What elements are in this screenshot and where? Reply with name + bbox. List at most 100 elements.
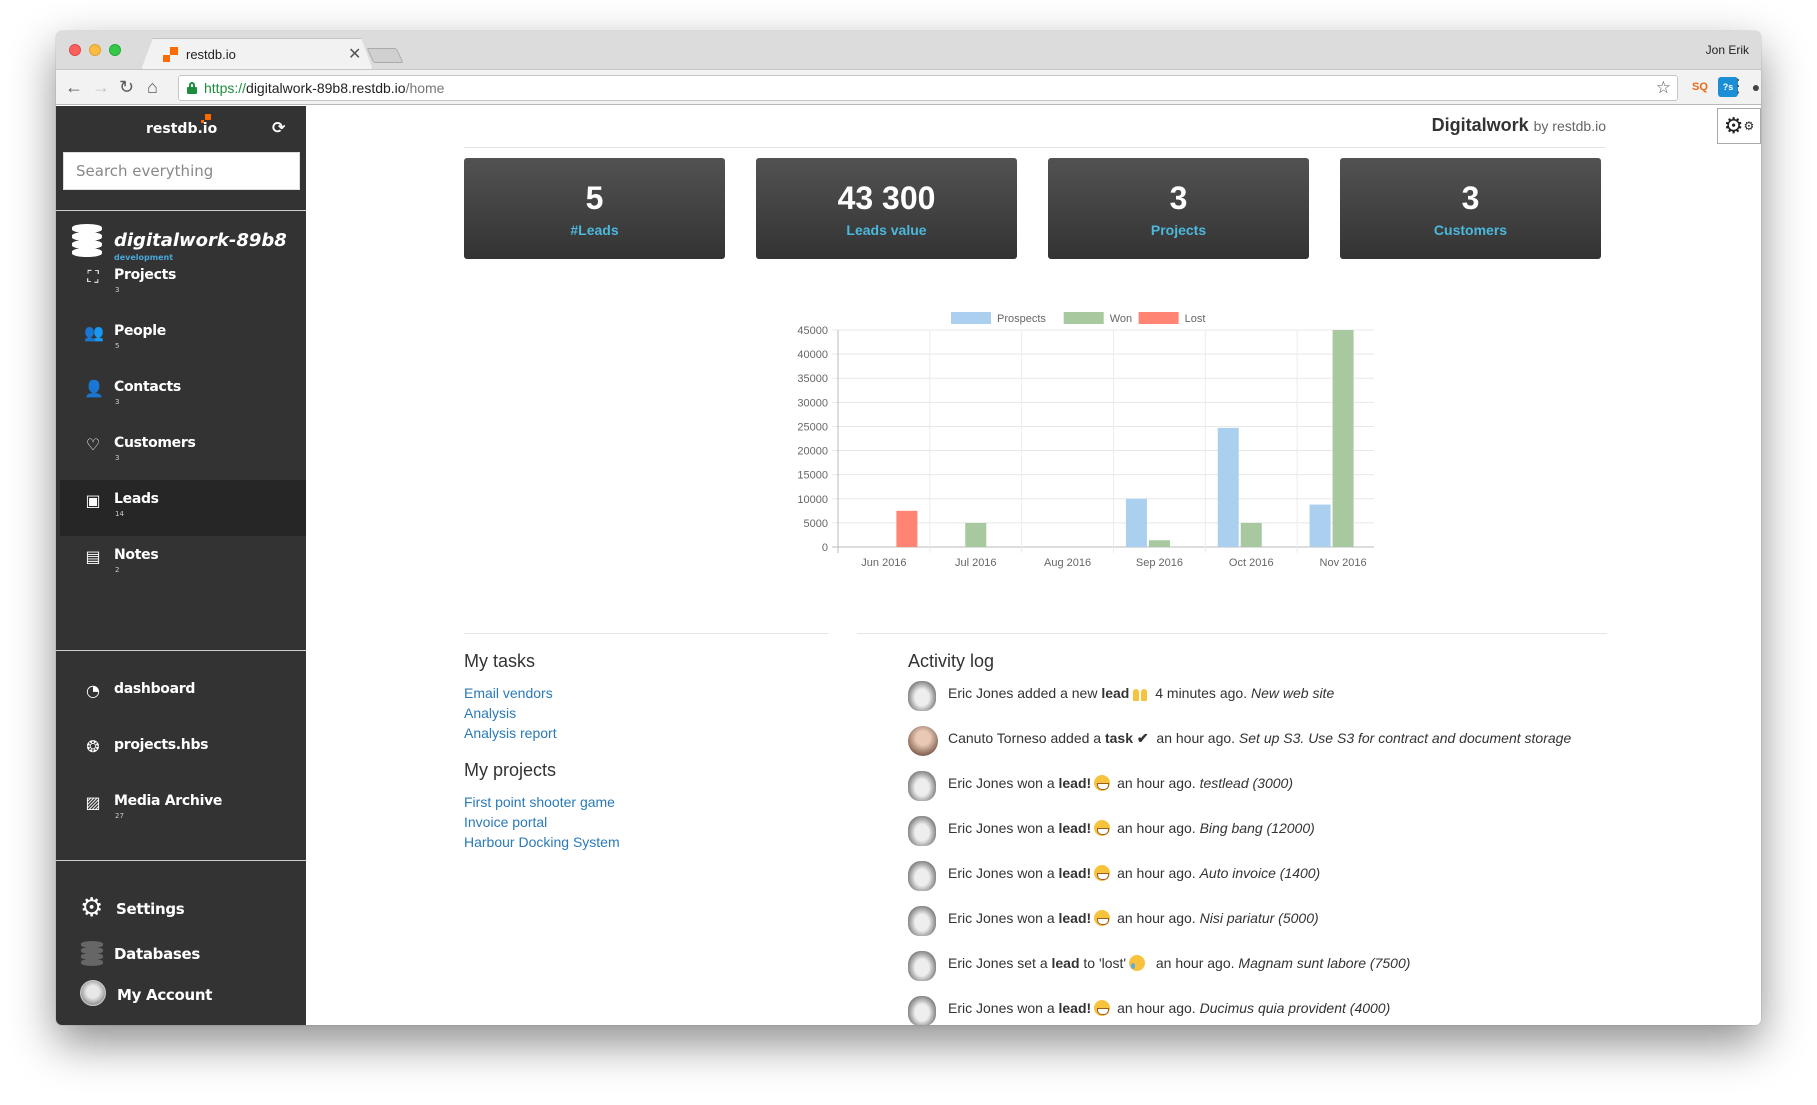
activity-object: lead! — [1058, 910, 1092, 926]
sidebar-page-projects-hbs[interactable]: ❂ projects.hbs — [60, 726, 306, 782]
legend-swatch-prospects[interactable] — [951, 312, 991, 324]
grinning-face-emoji-icon — [1094, 820, 1111, 836]
avatar — [908, 861, 936, 891]
sidebar-item-count: 3 — [115, 286, 120, 294]
bar-lost-jun-2016[interactable] — [896, 510, 918, 547]
legend-label[interactable]: Prospects — [997, 313, 1046, 325]
sq-extension-icon[interactable]: SQ — [1690, 77, 1710, 97]
sidebar-item-projects[interactable]: ⛶ Projects 3 — [60, 256, 306, 312]
avatar — [908, 996, 936, 1025]
legend-swatch-won[interactable] — [1063, 312, 1104, 324]
x-tick-label: Aug 2016 — [1044, 557, 1091, 569]
sidebar-item-contacts[interactable]: 👤 Contacts 3 — [60, 368, 306, 424]
stat-card-leads-value[interactable]: 43 300 Leads value — [756, 158, 1017, 259]
activity-detail[interactable]: Ducimus quia provident (4000) — [1200, 1000, 1391, 1016]
activity-action: added a new — [1013, 685, 1102, 701]
sidebar-databases[interactable]: Databases — [56, 937, 306, 973]
y-tick-label: 40000 — [797, 349, 828, 361]
legend-label[interactable]: Lost — [1185, 313, 1206, 325]
stat-value: 3 — [1169, 180, 1188, 216]
section-divider — [857, 633, 1607, 634]
activity-time: an hour ago. — [1113, 1000, 1200, 1016]
activity-action-suffix: to 'lost' — [1079, 955, 1127, 971]
activity-detail[interactable]: testlead (3000) — [1200, 775, 1293, 791]
bar-prospects-sep-2016[interactable] — [1125, 498, 1147, 547]
grinning-face-emoji-icon — [1094, 865, 1111, 881]
account-label: My Account — [117, 986, 213, 1004]
bookmark-star-icon[interactable]: ☆ — [1656, 78, 1671, 98]
databases-label: Databases — [114, 945, 201, 963]
home-icon[interactable]: ⌂ — [147, 76, 158, 98]
sidebar-divider — [56, 650, 306, 651]
browser-toolbar: ← → ↻ ⌂ https://digitalwork-89b8.restdb.… — [56, 69, 1761, 105]
activity-user: Eric Jones — [948, 1000, 1014, 1016]
bar-won-sep-2016[interactable] — [1148, 540, 1170, 547]
activity-action: won a — [1013, 910, 1059, 926]
new-tab-button[interactable] — [366, 48, 404, 63]
project-link[interactable]: First point shooter game — [464, 794, 615, 810]
sidebar-item-count: 3 — [115, 454, 120, 462]
close-window-button[interactable] — [69, 44, 81, 56]
sidebar-page-dashboard[interactable]: ◔ dashboard — [60, 670, 306, 726]
y-tick-label: 0 — [822, 542, 828, 554]
activity-detail[interactable]: Auto invoice (1400) — [1200, 865, 1321, 881]
reload-icon[interactable]: ↻ — [119, 76, 134, 98]
task-link[interactable]: Analysis — [464, 705, 516, 721]
sidebar-item-label: Contacts — [114, 379, 181, 395]
y-tick-label: 5000 — [804, 518, 828, 530]
maximize-window-button[interactable] — [109, 44, 121, 56]
activity-detail[interactable]: Bing bang (12000) — [1200, 820, 1315, 836]
task-link[interactable]: Email vendors — [464, 685, 553, 701]
activity-detail[interactable]: New web site — [1251, 685, 1334, 701]
browser-menu-icon[interactable]: ⋮ — [1729, 76, 1747, 96]
sidebar-item-count: 27 — [115, 812, 124, 820]
refresh-icon[interactable]: ⟳ — [272, 118, 285, 137]
stat-card-projects[interactable]: 3 Projects — [1048, 158, 1309, 259]
tab-close-icon[interactable]: ✕ — [348, 44, 361, 64]
activity-action: won a — [1013, 1000, 1059, 1016]
forward-arrow-icon[interactable]: → — [92, 76, 110, 98]
sidebar-item-people[interactable]: 👥 People 5 — [60, 312, 306, 368]
sidebar-item-notes[interactable]: ▤ Notes 2 — [60, 536, 306, 592]
activity-time: 4 minutes ago. — [1151, 685, 1251, 701]
evernote-extension-icon[interactable]: ● — [1746, 77, 1761, 97]
activity-detail[interactable]: Nisi pariatur (5000) — [1200, 910, 1319, 926]
app-title: Digitalwork by restdb.io — [1431, 115, 1606, 135]
activity-user: Canuto Torneso — [948, 730, 1047, 746]
legend-label[interactable]: Won — [1110, 313, 1132, 325]
bar-prospects-nov-2016[interactable] — [1309, 504, 1331, 547]
activity-detail[interactable]: Magnam sunt labore (7500) — [1238, 955, 1410, 971]
activity-user: Eric Jones — [948, 775, 1014, 791]
legend-swatch-lost[interactable] — [1138, 312, 1179, 324]
sidebar-item-label: Media Archive — [114, 793, 223, 809]
stat-card-customers[interactable]: 3 Customers — [1340, 158, 1601, 259]
url-text[interactable]: https://digitalwork-89b8.restdb.io/home — [204, 80, 444, 96]
sidebar-item-leads[interactable]: ▣ Leads 14 — [60, 480, 306, 536]
x-tick-label: Jul 2016 — [955, 557, 997, 569]
settings-gear-button[interactable]: ⚙⚙ — [1717, 108, 1761, 144]
avatar — [908, 951, 936, 981]
activity-object: lead — [1101, 685, 1130, 701]
project-link[interactable]: Harbour Docking System — [464, 834, 620, 850]
activity-log-title: Activity log — [908, 651, 995, 671]
y-tick-label: 10000 — [797, 494, 828, 506]
back-arrow-icon[interactable]: ← — [65, 76, 83, 98]
address-bar[interactable]: https://digitalwork-89b8.restdb.io/home … — [178, 75, 1678, 101]
note-icon: ▤ — [85, 547, 101, 566]
profile-name[interactable]: Jon Erik — [1706, 43, 1749, 57]
minimize-window-button[interactable] — [89, 44, 101, 56]
task-link[interactable]: Analysis report — [464, 725, 557, 741]
sidebar-page-media-archive[interactable]: ▨ Media Archive 27 — [60, 782, 306, 838]
search-input[interactable] — [63, 152, 300, 190]
sidebar-settings[interactable]: ⚙ Settings — [56, 892, 306, 928]
bar-won-nov-2016[interactable] — [1332, 330, 1354, 547]
sidebar-item-customers[interactable]: ♡ Customers 3 — [60, 424, 306, 480]
bar-won-jul-2016[interactable] — [965, 522, 987, 547]
bar-won-oct-2016[interactable] — [1240, 522, 1262, 547]
project-link[interactable]: Invoice portal — [464, 814, 547, 830]
activity-detail[interactable]: Set up S3. Use S3 for contract and docum… — [1239, 730, 1571, 746]
sidebar-my-account[interactable]: My Account — [56, 978, 306, 1014]
y-tick-label: 25000 — [797, 421, 828, 433]
bar-prospects-oct-2016[interactable] — [1217, 427, 1239, 547]
stat-card-leads[interactable]: 5 #Leads — [464, 158, 725, 259]
